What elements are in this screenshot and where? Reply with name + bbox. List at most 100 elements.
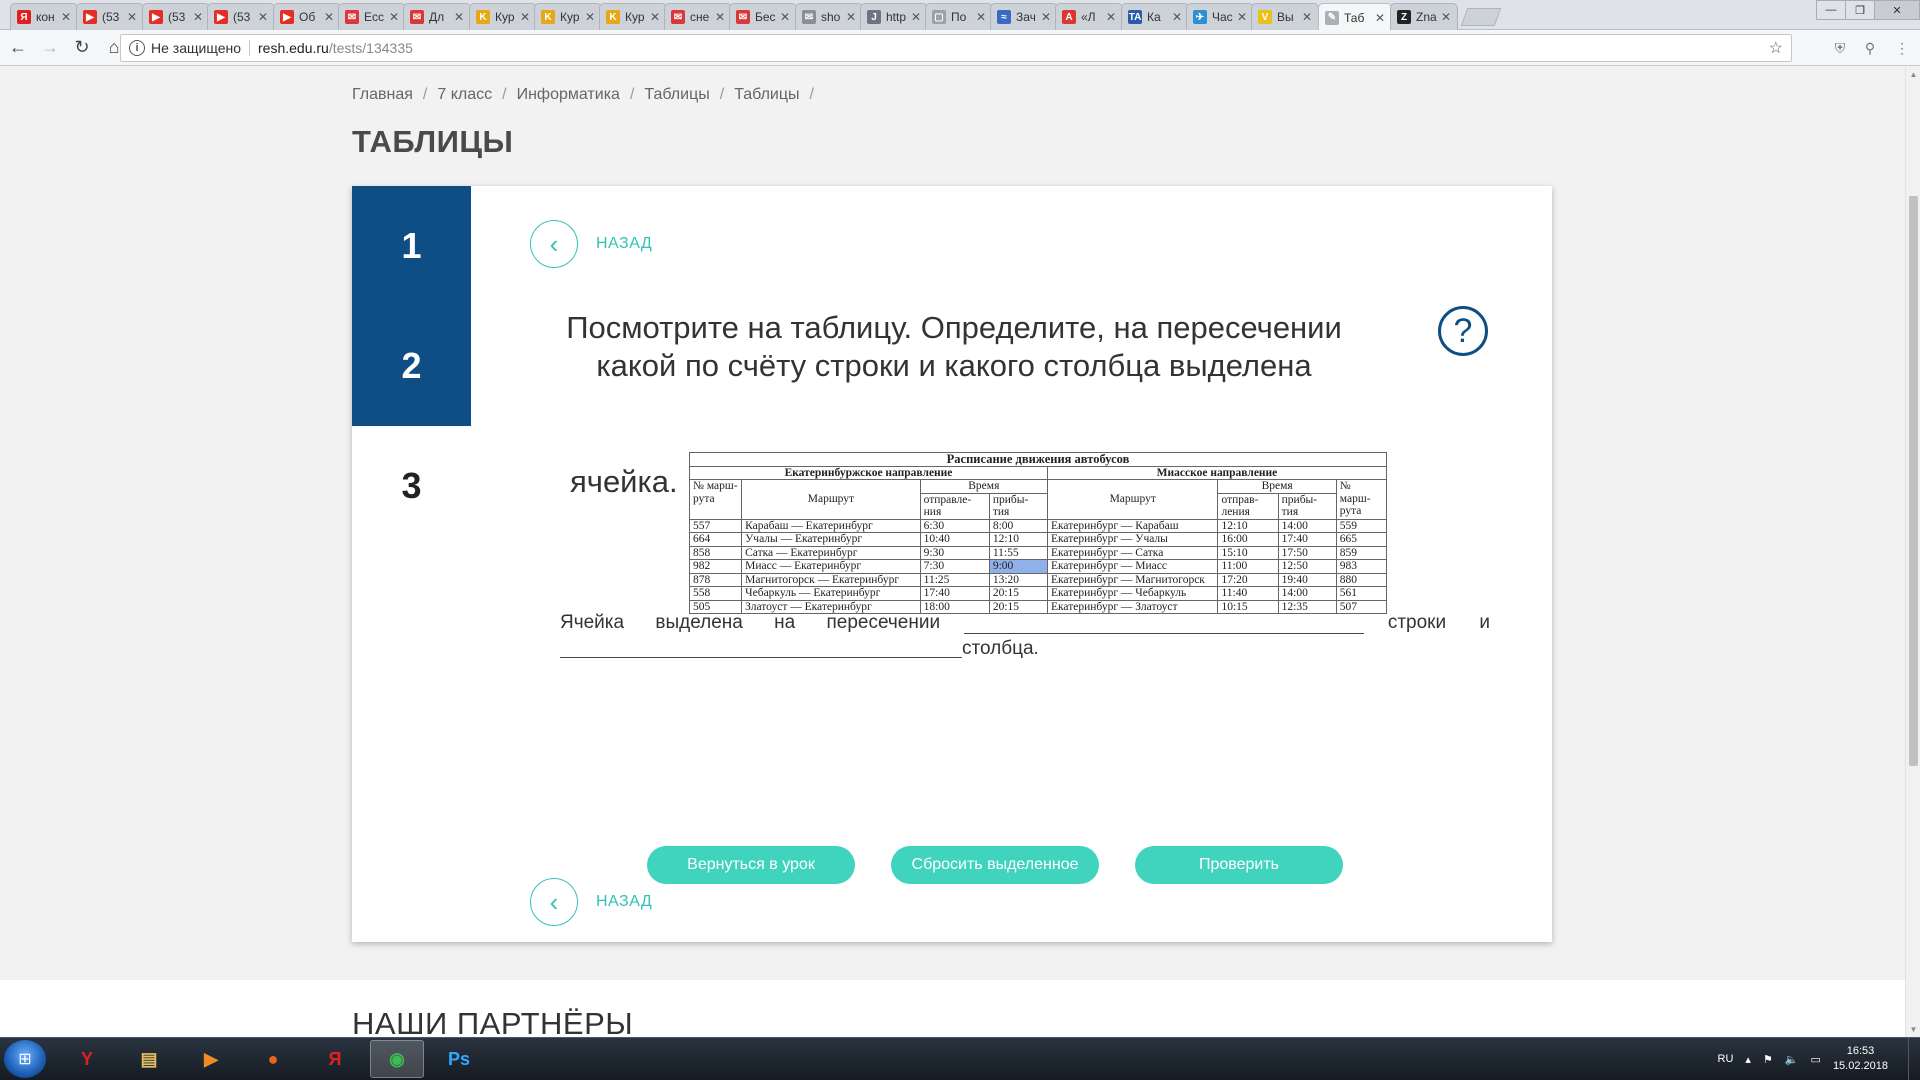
browser-tab[interactable]: Z Zna ✕ [1390,3,1458,30]
tab-close-icon[interactable]: ✕ [324,10,334,24]
timetable-cell[interactable]: 11:55 [988,545,1048,560]
timetable-cell[interactable]: 859 [1335,545,1388,560]
show-desktop-button[interactable] [1908,1038,1920,1080]
breadcrumb-link[interactable]: 7 класс [437,86,492,103]
taskbar-app-media-player[interactable]: ▶ [184,1040,238,1078]
browser-tab[interactable]: ✎ Таб ✕ [1318,3,1392,31]
bookmark-star-icon[interactable]: ☆ [1769,38,1783,58]
start-button[interactable]: ⊞ [4,1040,46,1078]
browser-tab[interactable]: K Кур ✕ [469,3,537,30]
tab-close-icon[interactable]: ✕ [1375,11,1385,25]
browser-tab[interactable]: ✉ Дл ✕ [403,3,471,30]
browser-tab[interactable]: ✈ Час ✕ [1186,3,1254,30]
timetable-cell[interactable]: 16:00 [1217,532,1279,547]
timetable-cell[interactable]: 11:00 [1217,559,1279,574]
row-answer-input[interactable] [963,608,1364,634]
tray-expand-icon[interactable]: ▴ [1745,1053,1751,1066]
timetable-cell[interactable]: 19:40 [1277,572,1337,587]
timetable-cell[interactable]: Екатеринбург — Магнитогорск [1046,572,1219,587]
flag-icon[interactable]: ⚑ [1763,1053,1773,1066]
browser-tab[interactable]: ✉ Ecc ✕ [338,3,406,30]
browser-tab[interactable]: ✉ sho ✕ [795,3,863,30]
timetable-cell[interactable]: 858 [688,545,743,560]
scroll-up-icon[interactable]: ▲ [1906,66,1920,82]
browser-tab[interactable]: ≈ Зач ✕ [990,3,1058,30]
timetable-cell[interactable]: 982 [688,559,743,574]
info-icon[interactable]: i [129,40,145,56]
close-window-button[interactable]: ✕ [1874,0,1920,20]
forward-arrow-icon[interactable]: → [36,34,64,62]
browser-tab[interactable]: A «Л ✕ [1055,3,1123,30]
timetable-cell[interactable]: 878 [688,572,743,587]
timetable-cell[interactable]: 665 [1335,532,1388,547]
help-question-icon[interactable]: ? [1438,306,1488,356]
browser-tab[interactable]: ✉ сне ✕ [664,3,732,30]
tab-close-icon[interactable]: ✕ [258,10,268,24]
browser-tab[interactable]: ▶ Об ✕ [273,3,341,30]
browser-tab[interactable]: ▶ (53 ✕ [76,3,144,30]
back-link-bottom[interactable]: ‹ НАЗАД [530,878,652,926]
maximize-button[interactable]: ❐ [1845,0,1875,20]
chevron-left-icon[interactable]: ‹ [530,220,578,268]
tab-close-icon[interactable]: ✕ [1041,10,1051,24]
timetable-cell[interactable]: 12:10 [988,532,1048,547]
timetable-cell[interactable]: 559 [1335,518,1388,533]
tab-close-icon[interactable]: ✕ [1172,10,1182,24]
timetable-cell[interactable]: Сатка — Екатеринбург [741,545,921,560]
breadcrumb-link[interactable]: Главная [352,86,413,103]
tab-close-icon[interactable]: ✕ [911,10,921,24]
taskbar-app-yandex-browser[interactable]: Y [60,1040,114,1078]
browser-tab[interactable]: Jhttp ✕ [860,3,928,30]
timetable-cell[interactable]: Карабаш — Екатеринбург [741,518,921,533]
tab-close-icon[interactable]: ✕ [193,10,203,24]
back-arrow-icon[interactable]: ← [4,34,32,62]
taskbar-app-yandex[interactable]: Я [308,1040,362,1078]
timetable-cell[interactable]: 17:40 [1277,532,1337,547]
reset-selection-button[interactable]: Сбросить выделенное [891,846,1099,884]
timetable-cell[interactable]: 17:20 [1217,572,1279,587]
check-button[interactable]: Проверить [1135,846,1343,884]
step-1[interactable]: 1 [352,186,471,306]
breadcrumb-link[interactable]: Информатика [517,86,620,103]
language-indicator[interactable]: RU [1718,1053,1734,1065]
timetable-cell[interactable]: Учалы — Екатеринбург [741,532,921,547]
tab-close-icon[interactable]: ✕ [650,10,660,24]
taskbar-app-firefox[interactable]: ● [246,1040,300,1078]
column-answer-input[interactable] [560,634,962,658]
back-to-lesson-button[interactable]: Вернуться в урок [647,846,855,884]
key-extension-icon[interactable]: ⚲ [1860,38,1880,58]
shield-extension-icon[interactable]: ⛨ [1830,38,1850,58]
timetable-cell[interactable]: 17:50 [1277,545,1337,560]
taskbar-app-chrome[interactable]: ◉ [370,1040,424,1078]
tab-close-icon[interactable]: ✕ [585,10,595,24]
breadcrumb-link[interactable]: Таблицы [644,86,709,103]
step-2[interactable]: 2 [352,306,471,426]
timetable-cell[interactable]: Екатеринбург — Учалы [1046,532,1219,547]
browser-tab[interactable]: K Кур ✕ [534,3,602,30]
timetable-cell[interactable]: 6:30 [919,518,990,533]
timetable-cell[interactable]: 9:30 [919,545,990,560]
back-link-top[interactable]: ‹ НАЗАД [530,220,652,268]
browser-tab[interactable]: ▶ (53 ✕ [207,3,275,30]
tab-close-icon[interactable]: ✕ [454,10,464,24]
page-scrollbar[interactable]: ▲ ▼ [1905,66,1920,1037]
timetable-cell[interactable]: 10:40 [919,532,990,547]
tab-close-icon[interactable]: ✕ [715,10,725,24]
address-bar[interactable]: i Не защищено resh.edu.ru/tests/134335 ☆ [120,34,1792,62]
network-icon[interactable]: ▭ [1811,1053,1821,1066]
timetable-cell[interactable]: 557 [688,518,743,533]
browser-tab[interactable]: V Вы ✕ [1251,3,1319,30]
menu-icon[interactable]: ⋮ [1892,38,1912,58]
tab-close-icon[interactable]: ✕ [520,10,530,24]
browser-tab[interactable]: ▶ (53 ✕ [142,3,210,30]
breadcrumb-link[interactable]: Таблицы [734,86,799,103]
timetable-cell[interactable]: 983 [1335,559,1388,574]
timetable-cell[interactable]: 880 [1335,572,1388,587]
step-3[interactable]: 3 [352,426,471,546]
timetable-cell[interactable]: Магнитогорск — Екатеринбург [741,572,921,587]
timetable-cell[interactable]: 14:00 [1277,518,1337,533]
browser-tab[interactable]: TA Ка ✕ [1121,3,1189,30]
browser-tab[interactable]: ▢ По ✕ [925,3,993,30]
timetable-cell[interactable]: 11:25 [919,572,990,587]
taskbar-app-explorer[interactable]: ▤ [122,1040,176,1078]
